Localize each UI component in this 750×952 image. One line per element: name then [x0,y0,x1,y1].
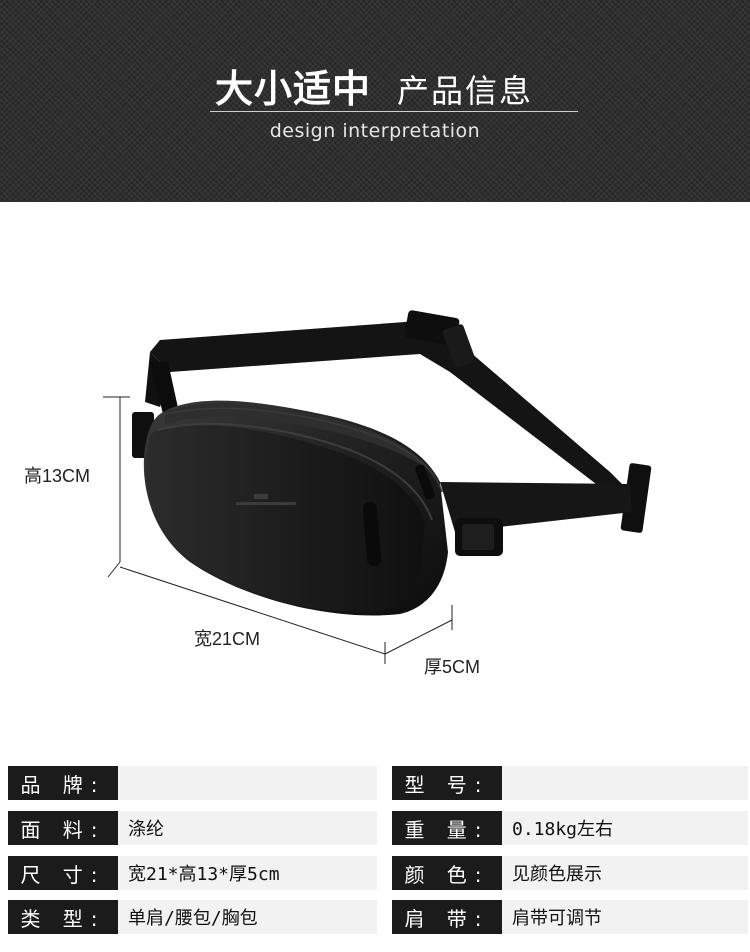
spec-label: 颜 色: [392,856,502,890]
title-sub: 产品信息 [397,72,534,110]
spec-value: 肩带可调节 [502,900,748,934]
header-banner: 大小适中 产品信息 design interpretation [0,0,750,202]
title-divider [210,111,578,112]
spec-row: 品 牌: 型 号: [0,766,750,800]
spec-label: 类 型: [8,900,118,934]
spec-value: 宽21*高13*厚5cm [118,856,377,890]
spec-label: 肩 带: [392,900,502,934]
depth-label: 厚5CM [424,657,481,677]
height-label: 高13CM [24,466,91,486]
subtitle-english: design interpretation [269,120,481,142]
spec-value: 0.18kg左右 [502,811,748,845]
spec-value [118,766,377,800]
spec-label: 面 料: [8,811,118,845]
spec-row: 尺 寸: 宽21*高13*厚5cm 颜 色: 见颜色展示 [0,856,750,890]
product-image-area: 高13CM 宽21CM 厚5CM [0,202,750,762]
spec-label: 重 量: [392,811,502,845]
width-label: 宽21CM [194,629,261,649]
spec-label: 尺 寸: [8,856,118,890]
title-row: 大小适中 产品信息 [215,58,533,111]
spec-row: 类 型: 单肩/腰包/胸包 肩 带: 肩带可调节 [0,900,750,934]
spec-row: 面 料: 涤纶 重 量: 0.18kg左右 [0,811,750,845]
title-main: 大小适中 [215,67,372,111]
waist-bag-image [103,310,652,664]
spec-value [502,766,748,800]
spec-value: 见颜色展示 [502,856,748,890]
spec-value: 涤纶 [118,811,377,845]
spec-value: 单肩/腰包/胸包 [118,900,377,934]
spec-label: 品 牌: [8,766,118,800]
spec-label: 型 号: [392,766,502,800]
